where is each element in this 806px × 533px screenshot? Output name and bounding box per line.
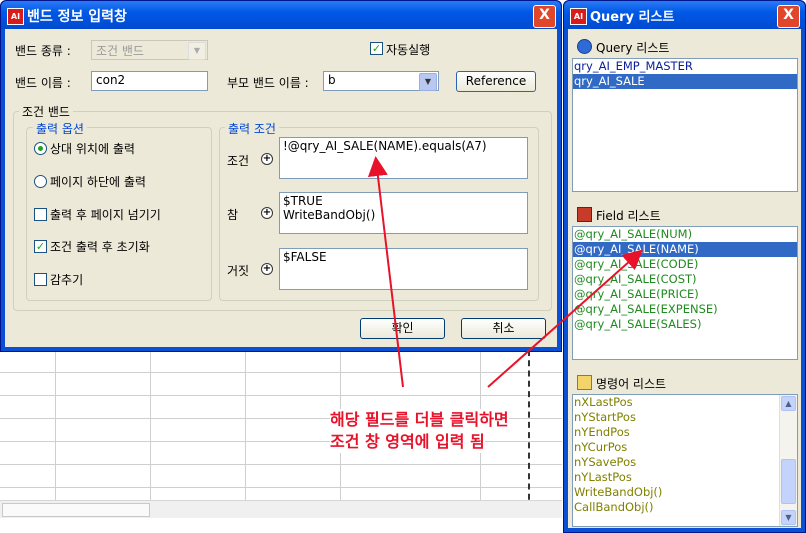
arrow-to-condition xyxy=(367,156,404,388)
annotation-line-2: 조건 창 영역에 입력 됨 xyxy=(330,431,485,453)
arrow-to-field xyxy=(487,249,643,388)
annotation-line-1: 해당 필드를 더블 클릭하면 xyxy=(330,409,509,431)
annotation-arrows xyxy=(367,156,643,388)
